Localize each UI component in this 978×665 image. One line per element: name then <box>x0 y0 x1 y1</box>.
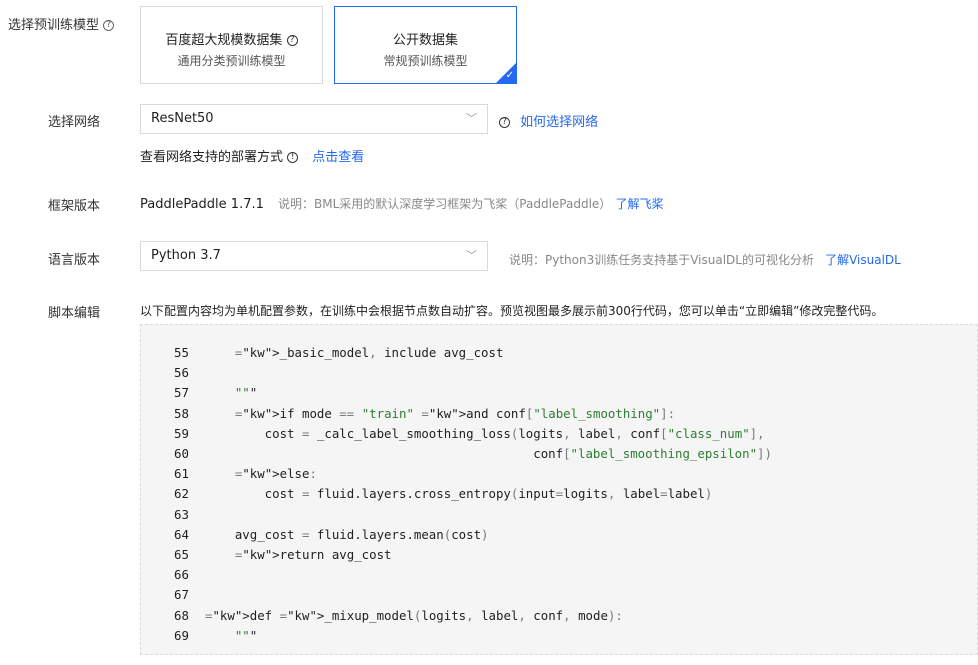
framework-row: PaddlePaddle 1.7.1 说明：BML采用的默认深度学习框架为飞桨（… <box>140 195 663 212</box>
question-circle-icon: ? <box>499 117 510 128</box>
code-line: cost = fluid.layers.cross_entropy(input=… <box>205 486 713 502</box>
language-note-row: 说明：Python3训练任务支持基于VisualDL的可视化分析 了解Visua… <box>509 249 901 268</box>
code-line-number: 57 <box>174 385 189 401</box>
code-line: ="kw">return avg_cost <box>234 547 392 562</box>
card-title: 公开数据集 <box>392 33 458 48</box>
code-line: """ <box>234 627 258 643</box>
script-description: 以下配置内容均为单机配置参数，在训练中会根据节点数自动扩容。预览视图最多展示前3… <box>140 304 884 318</box>
code-line-number: 56 <box>174 365 189 381</box>
language-label: 语言版本 <box>48 253 101 268</box>
code-line-number: 66 <box>174 567 189 583</box>
code-line-number: 62 <box>174 486 189 502</box>
framework-value: PaddlePaddle 1.7.1 <box>140 197 264 212</box>
question-circle-icon[interactable]: ? <box>103 20 115 31</box>
code-line-number: 63 <box>174 506 189 522</box>
code-line-number: 59 <box>174 425 189 441</box>
code-line-number: 69 <box>174 627 189 643</box>
card-title: 百度超大规模数据集 ? <box>141 29 322 48</box>
code-line-number: 67 <box>174 587 189 603</box>
code-line: cost = _calc_label_smoothing_loss(logits… <box>205 425 765 441</box>
network-select-value: ResNet50 <box>151 111 214 126</box>
chevron-down-icon: ﹀ <box>466 112 477 125</box>
pretrain-label: 选择预训练模型 ? <box>8 14 115 33</box>
code-line: ="kw">else: <box>234 466 317 482</box>
code-line: ="kw">if mode == "train" ="kw">and conf[… <box>234 405 676 421</box>
network-select[interactable]: ResNet50 ﹀ <box>140 104 488 134</box>
code-line-number: 61 <box>174 466 189 482</box>
pretrain-card-public[interactable]: 公开数据集 常规预训练模型 ✓ <box>334 6 517 84</box>
code-preview[interactable]: 55 ="kw">_basic_model, include avg_cost 5… <box>140 324 978 655</box>
card-title-text: 百度超大规模数据集 <box>165 33 283 48</box>
code-line: avg_cost = fluid.layers.mean(cost) <box>205 526 489 542</box>
checkmark-icon: ✓ <box>505 70 514 81</box>
view-deploy-link[interactable]: 点击查看 <box>312 150 364 165</box>
card-subtitle: 通用分类预训练模型 <box>177 54 286 68</box>
code-line-number: 64 <box>174 526 189 542</box>
deploy-row: 查看网络支持的部署方式 ! 点击查看 <box>140 146 364 165</box>
question-circle-icon[interactable]: ? <box>286 35 298 46</box>
code-line: """ <box>234 385 258 401</box>
code-line: ="kw">def ="kw">_mixup_model(logits, lab… <box>205 607 623 623</box>
info-circle-icon: ! <box>287 152 299 163</box>
code-line: ="kw">_basic_model, include avg_cost <box>234 345 504 360</box>
learn-paddle-link[interactable]: 了解飞桨 <box>615 197 663 211</box>
deploy-text: 查看网络支持的部署方式 <box>140 150 284 165</box>
network-label: 选择网络 <box>48 115 101 130</box>
language-note: 说明：Python3训练任务支持基于VisualDL的可视化分析 <box>509 253 814 267</box>
code-line-number: 68 <box>174 607 189 623</box>
code-line-number: 60 <box>174 446 189 461</box>
card-subtitle: 常规预训练模型 <box>383 54 468 68</box>
how-to-choose-network-link[interactable]: 如何选择网络 <box>520 115 598 130</box>
code-line-number: 65 <box>174 547 189 562</box>
script-label: 脚本编辑 <box>48 306 101 321</box>
framework-note: 说明：BML采用的默认深度学习框架为飞桨（PaddlePaddle） <box>278 197 612 211</box>
network-help: ? 如何选择网络 <box>499 111 598 130</box>
framework-label: 框架版本 <box>48 199 101 214</box>
pretrain-card-baidu[interactable]: 百度超大规模数据集 ? 通用分类预训练模型 <box>140 6 323 84</box>
code-line-number: 55 <box>174 345 189 360</box>
chevron-down-icon: ﹀ <box>466 249 477 262</box>
code-line-number: 58 <box>174 405 189 421</box>
language-select[interactable]: Python 3.7 ﹀ <box>140 241 488 271</box>
code-line: conf["label_smoothing_epsilon"]) <box>205 446 772 461</box>
language-select-value: Python 3.7 <box>151 248 221 263</box>
pretrain-label-text: 选择预训练模型 <box>8 18 100 33</box>
learn-visualdl-link[interactable]: 了解VisualDL <box>825 253 901 267</box>
